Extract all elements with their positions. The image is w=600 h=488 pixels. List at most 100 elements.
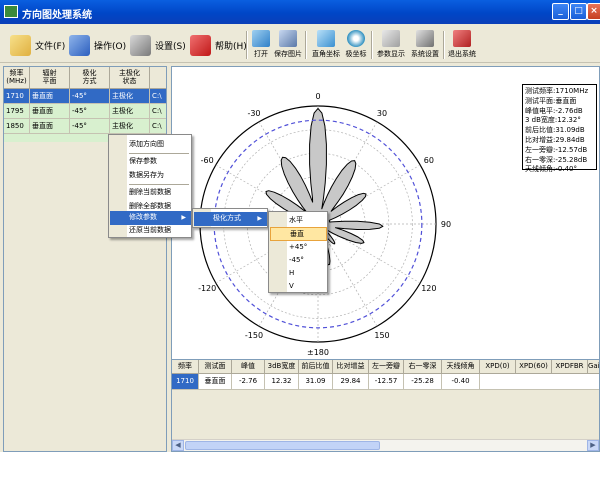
result-cell-gain[interactable]: 29.84 [333,374,369,390]
cell-path: C:\ [152,92,162,100]
menu-item-save-params[interactable]: 保存参数 [127,155,191,169]
list-row[interactable]: 1850 垂直面 -45° 主极化 C:\ [4,119,166,134]
info-frequency: 测试频率:1710MHz [525,87,589,95]
result-cell-frequency[interactable]: 1710 [172,374,199,390]
help-icon [190,34,211,56]
result-cell-peak[interactable]: -2.76 [232,374,265,390]
col-header-left-sidelobe[interactable]: 左一旁瓣 [369,360,404,374]
scroll-thumb[interactable] [185,441,380,450]
cell-plane: 垂直面 [30,119,70,134]
menu-item-polarization[interactable]: 极化方式 ▶ [194,212,267,226]
col-header-gain-cut[interactable]: Gai [588,360,599,374]
menu-separator [129,153,189,154]
cell-plane: 垂直面 [30,89,70,104]
menu-file-button[interactable]: 文件(F) [10,34,65,56]
maximize-icon: □ [574,6,583,16]
tool-params-label: 参数显示 [377,50,405,58]
toolbar-separator [443,31,445,59]
result-cell-plane[interactable]: 垂直面 [199,374,232,390]
title-bar[interactable]: 方向图处理系统 _ □ × [0,0,600,24]
header-plane[interactable]: 辐射 平面 [30,67,70,89]
col-header-right-null[interactable]: 右一零深 [404,360,442,374]
tool-open-button[interactable]: 打开 [252,30,270,62]
col-header-plane[interactable]: 测试面 [199,360,232,374]
polar-icon [347,30,365,47]
menu-item-modify-params-label: 修改参数 [129,213,157,221]
angle-label: 0 [315,92,320,101]
menu-item-plus45[interactable]: +45° [287,241,327,255]
menu-item-add-pattern[interactable]: 添加方向图 [127,138,191,152]
submenu-arrow-icon: ▶ [257,215,262,222]
result-cell-left-sidelobe[interactable]: -12.57 [369,374,404,390]
info-tilt: 天线倾角:-0.40° [525,165,577,174]
menu-separator [129,184,189,185]
menu-item-horizontal[interactable]: 水平 [287,214,327,228]
info-plane: 测试平面:垂直面 [525,96,577,105]
angle-label: 120 [421,284,436,293]
header-main-polarization[interactable]: 主极化 状态 [110,67,150,89]
col-header-xpd0[interactable]: XPD(0) [480,360,516,374]
maximize-button[interactable]: □ [570,3,587,20]
info-front-back-ratio: 前后比值:31.09dB [525,126,585,135]
cell-path: C:\ [152,122,162,130]
menu-item-minus45[interactable]: -45° [287,254,327,268]
tool-save-image-button[interactable]: 保存图片 [273,30,303,62]
menu-item-save-data-as[interactable]: 数据另存为 [127,169,191,183]
tool-cartesian-button[interactable]: 直角坐标 [310,30,342,62]
cell-polarization: -45° [70,119,110,134]
col-header-gain[interactable]: 比对增益 [333,360,369,374]
app-icon [4,5,18,18]
menu-item-restore-current[interactable]: 还原当前数据 [127,224,191,238]
header-path[interactable] [150,67,166,89]
tool-params-button[interactable]: 参数显示 [375,30,407,62]
angle-label: -60 [201,156,214,165]
tool-exit-label: 退出系统 [448,50,476,58]
cell-plane: 垂直面 [30,104,70,119]
col-header-xpd60[interactable]: XPD(60) [516,360,552,374]
col-header-xpdfbr[interactable]: XPDFBR [552,360,588,374]
list-header: 频率 (MHz) 辐射 平面 极化 方式 主极化 状态 [4,67,166,89]
tool-polar-button[interactable]: 极坐标 [343,30,369,62]
tool-system-settings-button[interactable]: 系统设置 [409,30,441,62]
menu-settings-button[interactable]: 设置(S) [130,34,186,56]
menu-help-button[interactable]: 帮助(H) [190,34,247,56]
toolbar-separator [371,31,373,59]
submenu-modify-params: 极化方式 ▶ [192,208,268,228]
angle-label: -30 [247,109,260,118]
data-list-panel: 频率 (MHz) 辐射 平面 极化 方式 主极化 状态 1710 垂直面 -45… [3,66,167,452]
col-header-peak[interactable]: 峰值 [232,360,265,374]
minimize-button[interactable]: _ [552,3,569,20]
result-cell-right-null[interactable]: -25.28 [404,374,442,390]
col-header-frequency[interactable]: 频率 [172,360,199,374]
tool-exit-button[interactable]: 退出系统 [446,30,478,62]
menu-item-vertical[interactable]: 垂直 [270,227,327,241]
menu-item-h[interactable]: H [287,267,327,281]
tool-save-image-label: 保存图片 [274,50,302,58]
result-cell-3db-width[interactable]: 12.32 [265,374,299,390]
close-button[interactable]: × [587,3,600,20]
col-header-front-back[interactable]: 前后比值 [299,360,333,374]
scroll-left-icon[interactable]: ◀ [172,440,184,451]
menu-item-modify-params[interactable]: 修改参数 ▶ [110,211,191,225]
horizontal-scrollbar[interactable]: ◀ ▶ [172,439,599,451]
menu-item-polarization-label: 极化方式 [213,214,241,222]
menu-item-v[interactable]: V [287,280,327,294]
header-polarization[interactable]: 极化 方式 [70,67,110,89]
result-cell-tilt[interactable]: -0.40 [442,374,480,390]
list-row[interactable]: 1710 垂直面 -45° 主极化 C:\ [4,89,166,104]
info-3db-width: 3 dB宽度:12.32° [525,116,581,125]
minimize-icon: _ [558,6,563,16]
tool-polar-label: 极坐标 [345,50,367,58]
menu-operate-button[interactable]: 操作(O) [69,34,126,56]
list-row[interactable]: 1795 垂直面 -45° 主极化 C:\ [4,104,166,119]
cell-frequency: 1850 [4,119,30,134]
menu-item-delete-current[interactable]: 删除当前数据 [127,186,191,200]
parameter-info-box: 测试频率:1710MHz 测试平面:垂直面 峰值电平:-2.76dB 3 dB宽… [522,84,597,173]
scroll-right-icon[interactable]: ▶ [587,440,599,451]
col-header-tilt[interactable]: 天线倾角 [442,360,480,374]
angle-label: 90 [441,220,451,229]
header-frequency[interactable]: 频率 (MHz) [4,67,30,89]
result-cell-front-back[interactable]: 31.09 [299,374,333,390]
params-icon [382,30,400,47]
col-header-3db-width[interactable]: 3dB宽度 [265,360,299,374]
